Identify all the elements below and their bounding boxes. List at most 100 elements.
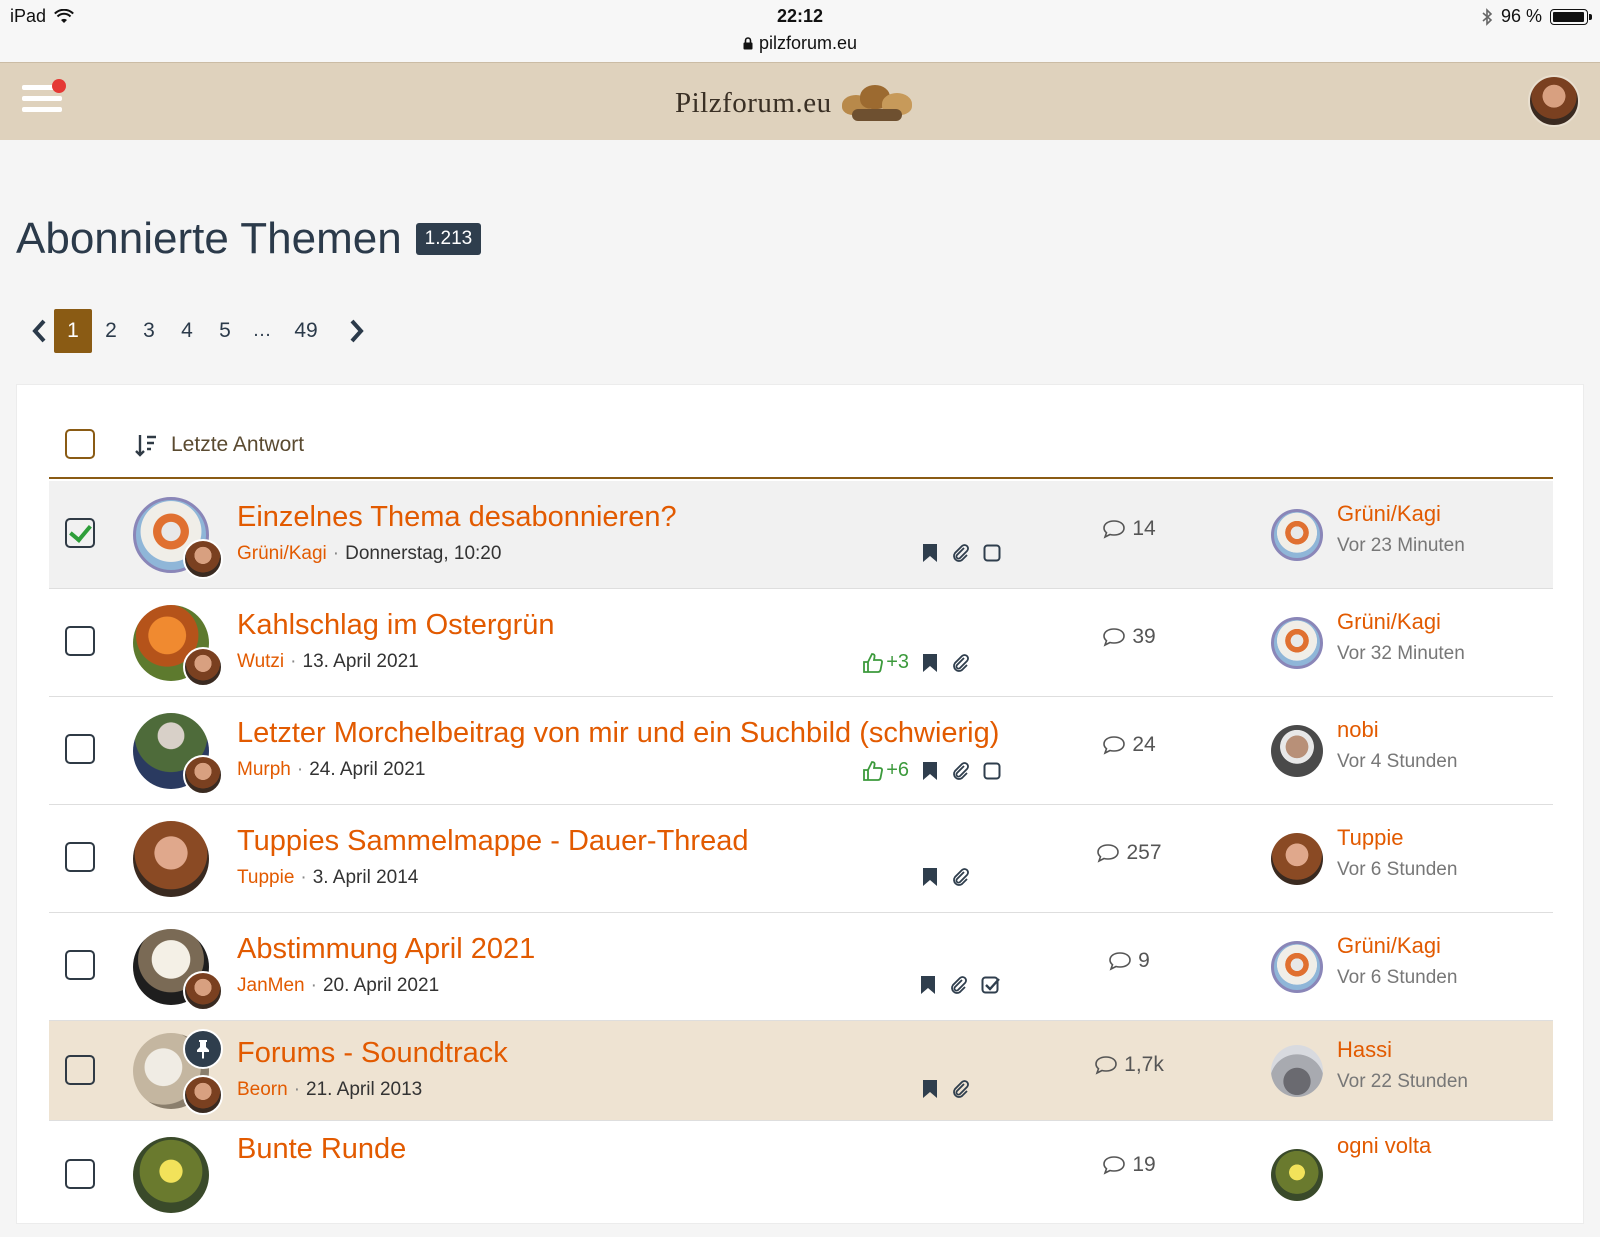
prev-page-icon[interactable] [24, 316, 54, 346]
bookmark-icon[interactable] [921, 543, 939, 563]
thread-title[interactable]: Kahlschlag im Ostergrün [237, 609, 555, 642]
last-post-time[interactable]: Vor 6 Stunden [1337, 967, 1457, 989]
page-2[interactable]: 2 [92, 309, 130, 353]
bookmark-icon[interactable] [919, 975, 937, 995]
thread-checkbox[interactable] [65, 950, 95, 980]
thread-meta: Beorn · 21. April 2013 [237, 1079, 423, 1100]
thread-author[interactable]: Wutzi [237, 651, 284, 672]
thread-row[interactable]: Kahlschlag im Ostergrün Wutzi · 13. April … [49, 589, 1553, 697]
thread-author[interactable]: Tuppie [237, 867, 294, 888]
thread-title[interactable]: Forums - Soundtrack [237, 1037, 508, 1070]
thread-avatar[interactable] [133, 1137, 209, 1213]
last-poster-avatar[interactable] [1271, 617, 1323, 669]
reply-count: 24 [1079, 733, 1179, 757]
battery-percent: 96 % [1500, 6, 1542, 26]
thread-meta: Tuppie · 3. April 2014 [237, 867, 419, 888]
last-poster-avatar[interactable] [1271, 725, 1323, 777]
bookmark-icon[interactable] [921, 1079, 939, 1099]
attachment-icon [953, 761, 969, 780]
last-post-time[interactable]: Vor 32 Minuten [1337, 643, 1465, 665]
thread-meta: Murph · 24. April 2021 [237, 759, 426, 780]
last-post-time[interactable]: Vor 23 Minuten [1337, 535, 1465, 557]
page-5[interactable]: 5 [206, 309, 244, 353]
page-ellipsis: … [252, 320, 272, 341]
thread-row[interactable]: Einzelnes Thema desabonnieren? Grüni/Kag… [49, 481, 1553, 589]
comment-icon [1103, 736, 1126, 755]
thread-icons [921, 1079, 1001, 1099]
bookmark-icon[interactable] [921, 761, 939, 781]
last-poster[interactable]: Grüni/Kagi [1337, 609, 1441, 635]
last-poster[interactable]: Tuppie [1337, 825, 1403, 851]
thread-author[interactable]: Murph [237, 759, 291, 780]
thread-meta: Grüni/Kagi · Donnerstag, 10:20 [237, 543, 502, 564]
select-all-checkbox[interactable] [65, 429, 95, 459]
thread-checkbox[interactable] [65, 734, 95, 764]
last-poster-avatar[interactable] [1271, 509, 1323, 561]
lock-icon [743, 37, 753, 50]
thread-title[interactable]: Bunte Runde [237, 1133, 406, 1166]
page-4[interactable]: 4 [168, 309, 206, 353]
menu-icon[interactable] [22, 79, 66, 119]
next-page-icon[interactable] [342, 316, 372, 346]
address-bar[interactable]: pilzforum.eu [0, 33, 1600, 54]
app-header: Pilzforum.eu [0, 62, 1600, 140]
thread-title[interactable]: Einzelnes Thema desabonnieren? [237, 501, 677, 534]
thread-row-sticky[interactable]: Forums - Soundtrack Beorn · 21. April 2013… [49, 1021, 1553, 1121]
thread-author[interactable]: JanMen [237, 975, 305, 996]
last-post-time[interactable]: Vor 6 Stunden [1337, 859, 1457, 881]
reply-count-value: 1,7k [1124, 1053, 1164, 1076]
thread-row[interactable]: Letzter Morchelbeitrag von mir und ein S… [49, 697, 1553, 805]
thread-checkbox[interactable] [65, 518, 95, 548]
last-post-time[interactable]: Vor 22 Stunden [1337, 1071, 1468, 1093]
thread-row[interactable]: Abstimmung April 2021 JanMen · 20. April 2… [49, 913, 1553, 1021]
last-poster-avatar[interactable] [1271, 1149, 1323, 1201]
thread-title[interactable]: Abstimmung April 2021 [237, 933, 535, 966]
site-logo[interactable]: Pilzforum.eu [675, 81, 916, 125]
sort-button[interactable]: Letzte Antwort [135, 433, 304, 457]
like-count: +3 [862, 651, 909, 674]
bluetooth-icon [1482, 7, 1493, 26]
user-avatar[interactable] [1528, 75, 1580, 127]
page-3[interactable]: 3 [130, 309, 168, 353]
last-poster[interactable]: ogni volta [1337, 1133, 1431, 1159]
user-mini-avatar [183, 755, 223, 795]
reply-count: 39 [1079, 625, 1179, 649]
thread-author[interactable]: Grüni/Kagi [237, 543, 327, 564]
like-count-value: +6 [886, 759, 909, 781]
user-mini-avatar [183, 647, 223, 687]
last-poster-avatar[interactable] [1271, 941, 1323, 993]
reply-count: 257 [1079, 841, 1179, 865]
thread-title[interactable]: Letzter Morchelbeitrag von mir und ein S… [237, 717, 999, 750]
last-poster[interactable]: Grüni/Kagi [1337, 933, 1441, 959]
topic-list: Letzte Antwort Einzelnes Thema desabonni… [16, 384, 1584, 1224]
thread-title[interactable]: Tuppies Sammelmappe - Dauer-Thread [237, 825, 748, 858]
thread-checkbox[interactable] [65, 842, 95, 872]
thread-author[interactable]: Beorn [237, 1079, 288, 1100]
thread-icons [919, 975, 1001, 995]
topic-count-badge: 1.213 [415, 223, 482, 255]
last-poster-avatar[interactable] [1271, 1045, 1323, 1097]
last-poster[interactable]: Grüni/Kagi [1337, 501, 1441, 527]
last-poster[interactable]: Hassi [1337, 1037, 1392, 1063]
page-last[interactable]: 49 [280, 309, 332, 353]
thread-meta: JanMen · 20. April 2021 [237, 975, 440, 996]
thread-checkbox[interactable] [65, 626, 95, 656]
thread-avatar[interactable] [133, 821, 209, 897]
list-header: Letzte Antwort [49, 419, 1553, 479]
status-time: 22:12 [776, 6, 824, 26]
thread-row[interactable]: Tuppies Sammelmappe - Dauer-Thread Tuppi… [49, 805, 1553, 913]
thread-icons [921, 543, 1001, 563]
bookmark-icon[interactable] [921, 653, 939, 673]
thread-checkbox[interactable] [65, 1159, 95, 1189]
thread-row[interactable]: Bunte Runde 19 ogni volta [49, 1129, 1553, 1237]
bookmark-icon[interactable] [921, 867, 939, 887]
last-poster-avatar[interactable] [1271, 833, 1323, 885]
page-1[interactable]: 1 [54, 309, 92, 353]
battery-icon [1550, 8, 1592, 25]
thumbs-up-icon [863, 652, 884, 673]
user-mini-avatar [183, 1075, 223, 1115]
like-count-value: +3 [886, 651, 909, 673]
thread-checkbox[interactable] [65, 1055, 95, 1085]
last-poster[interactable]: nobi [1337, 717, 1379, 743]
last-post-time[interactable]: Vor 4 Stunden [1337, 751, 1457, 773]
